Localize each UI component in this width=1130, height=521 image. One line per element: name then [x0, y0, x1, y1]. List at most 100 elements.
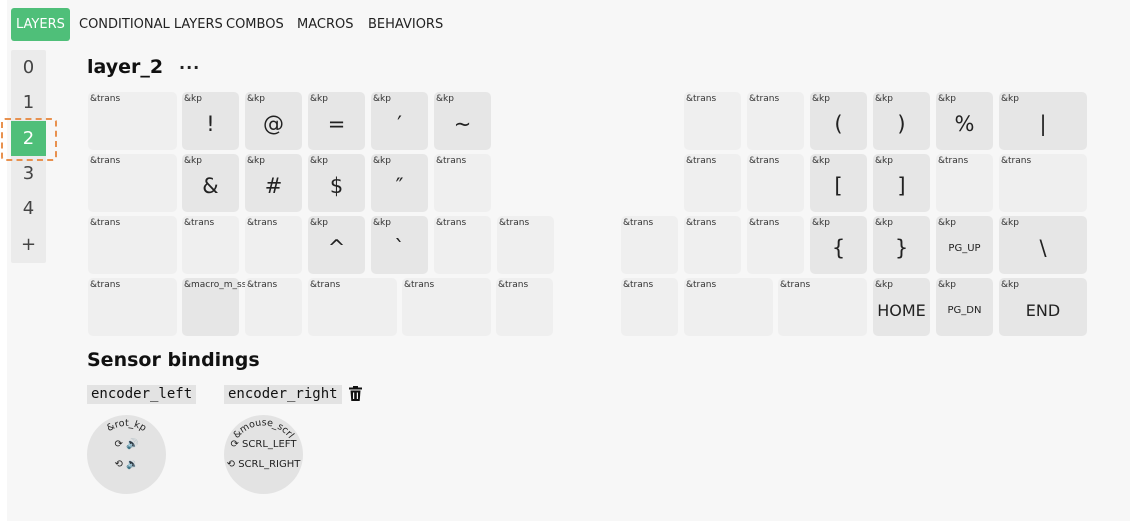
layer-title[interactable]: layer_2 — [87, 56, 163, 78]
key-behavior: &trans — [686, 94, 717, 104]
key[interactable]: &trans — [496, 278, 553, 336]
key[interactable]: &kp{ — [810, 216, 867, 274]
encoder-right-cw: ⟳ SCRL_LEFT — [230, 439, 297, 450]
key-behavior: &trans — [310, 280, 341, 290]
key[interactable]: &trans — [747, 216, 804, 274]
key[interactable]: &kp] — [873, 154, 930, 212]
key[interactable]: &trans — [88, 278, 177, 336]
tab-combos[interactable]: COMBOS — [221, 8, 289, 41]
key-behavior: &trans — [90, 156, 121, 166]
key[interactable]: &kp \ — [999, 216, 1087, 274]
key-behavior: &macro_m_ss — [184, 280, 247, 290]
tab-behaviors[interactable]: BEHAVIORS — [363, 8, 448, 41]
key[interactable]: &trans — [88, 92, 177, 150]
key[interactable]: &kp ″ — [371, 154, 428, 212]
key[interactable]: &kp! — [182, 92, 239, 150]
key[interactable]: &kp & — [182, 154, 239, 212]
key[interactable]: &trans — [999, 154, 1087, 212]
layer-item-2[interactable]: 2 — [11, 121, 46, 156]
encoder-left-behavior-arc: &rot_kp — [105, 418, 148, 434]
encoder-right-label[interactable]: encoder_right — [224, 385, 342, 404]
key-behavior: &trans — [749, 94, 780, 104]
key-behavior: &trans — [184, 218, 215, 228]
key[interactable]: &kp% — [936, 92, 993, 150]
key[interactable]: &trans — [245, 278, 302, 336]
key[interactable]: &trans — [245, 216, 302, 274]
layer-item-3[interactable]: 3 — [11, 156, 46, 191]
tab-layers[interactable]: LAYERS — [11, 8, 70, 41]
key-behavior: &trans — [247, 218, 278, 228]
encoder-right-ccw: ⟲ SCRL_RIGHT — [226, 459, 301, 470]
encoder-left-ccw: ⟲ 🔉 — [114, 459, 139, 470]
key-behavior: &trans — [938, 156, 969, 166]
key[interactable]: &trans — [747, 92, 804, 150]
add-layer-button[interactable]: + — [11, 227, 46, 262]
key[interactable]: &trans — [88, 216, 177, 274]
key[interactable]: &kp PG_DN — [936, 278, 993, 336]
key[interactable]: &kp | — [999, 92, 1087, 150]
key[interactable]: &kp # — [245, 154, 302, 212]
key-legend: [ — [834, 174, 843, 198]
tab-macros[interactable]: MACROS — [292, 8, 358, 41]
sensor-bindings-title: Sensor bindings — [87, 349, 260, 371]
key[interactable]: &trans — [778, 278, 867, 336]
key-legend: = — [327, 112, 346, 136]
key-legend: % — [954, 112, 975, 136]
key-behavior: &trans — [1001, 156, 1032, 166]
layer-item-0[interactable]: 0 — [11, 50, 46, 85]
key[interactable]: &trans — [684, 278, 773, 336]
key[interactable]: &trans — [936, 154, 993, 212]
key-behavior: &trans — [623, 218, 654, 228]
key[interactable]: &trans — [621, 278, 678, 336]
key[interactable]: &kp HOME — [873, 278, 930, 336]
key-legend: ~ — [453, 112, 472, 136]
key-behavior: &trans — [90, 94, 121, 104]
encoder-left-label[interactable]: encoder_left — [87, 385, 197, 404]
key-legend: ) — [897, 112, 906, 136]
key[interactable]: &kp) — [873, 92, 930, 150]
key-legend: ^ — [327, 236, 346, 260]
key[interactable]: &macro_m_ss — [182, 278, 246, 336]
key[interactable]: &trans — [88, 154, 177, 212]
key[interactable]: &kp = — [308, 92, 365, 150]
key[interactable]: &trans — [747, 154, 804, 212]
key[interactable]: &trans — [182, 216, 239, 274]
key-behavior: &trans — [498, 280, 529, 290]
key[interactable]: &trans — [434, 216, 491, 274]
key[interactable]: &kp} — [873, 216, 930, 274]
layer-menu-button[interactable]: ··· — [179, 58, 200, 77]
key[interactable]: &kp @ — [245, 92, 302, 150]
key-behavior: &trans — [686, 156, 717, 166]
key-legend: $ — [329, 174, 344, 198]
key[interactable]: &kp( — [810, 92, 867, 150]
key[interactable]: &kp[ — [810, 154, 867, 212]
layer-item-1[interactable]: 1 — [11, 85, 46, 120]
encoder-right-behavior-arc: &mouse_scrl — [231, 417, 296, 440]
key[interactable]: &kp $ — [308, 154, 365, 212]
key[interactable]: &kp ′ — [371, 92, 428, 150]
key-legend: } — [894, 236, 909, 260]
key[interactable]: &kp ^ — [308, 216, 365, 274]
key[interactable]: &trans — [402, 278, 491, 336]
key[interactable]: &trans — [434, 154, 491, 212]
encoder-left-binding[interactable]: &rot_kp ⟳ 🔊 ⟲ 🔉 — [87, 415, 166, 494]
key[interactable]: &kp PG_UP — [936, 216, 993, 274]
key-behavior: &trans — [404, 280, 435, 290]
key[interactable]: &trans — [497, 216, 554, 274]
key[interactable]: &trans — [684, 92, 741, 150]
key[interactable]: &trans — [684, 154, 741, 212]
key-legend: ! — [206, 112, 215, 136]
key[interactable]: &trans — [621, 216, 678, 274]
key[interactable]: &kp END — [999, 278, 1087, 336]
layer-item-4[interactable]: 4 — [11, 191, 46, 226]
top-tabs: LAYERS CONDITIONAL LAYERS COMBOS MACROS … — [0, 8, 1130, 41]
trash-icon[interactable] — [349, 386, 362, 405]
key[interactable]: &trans — [308, 278, 397, 336]
key[interactable]: &kp ~ — [434, 92, 491, 150]
encoder-right-binding[interactable]: &mouse_scrl ⟳ SCRL_LEFT ⟲ SCRL_RIGHT — [224, 415, 303, 494]
key[interactable]: &kp ` — [371, 216, 428, 274]
key-legend: & — [202, 174, 219, 198]
tab-conditional-layers[interactable]: CONDITIONAL LAYERS — [74, 8, 228, 41]
key-legend: ( — [834, 112, 843, 136]
key[interactable]: &trans — [684, 216, 741, 274]
